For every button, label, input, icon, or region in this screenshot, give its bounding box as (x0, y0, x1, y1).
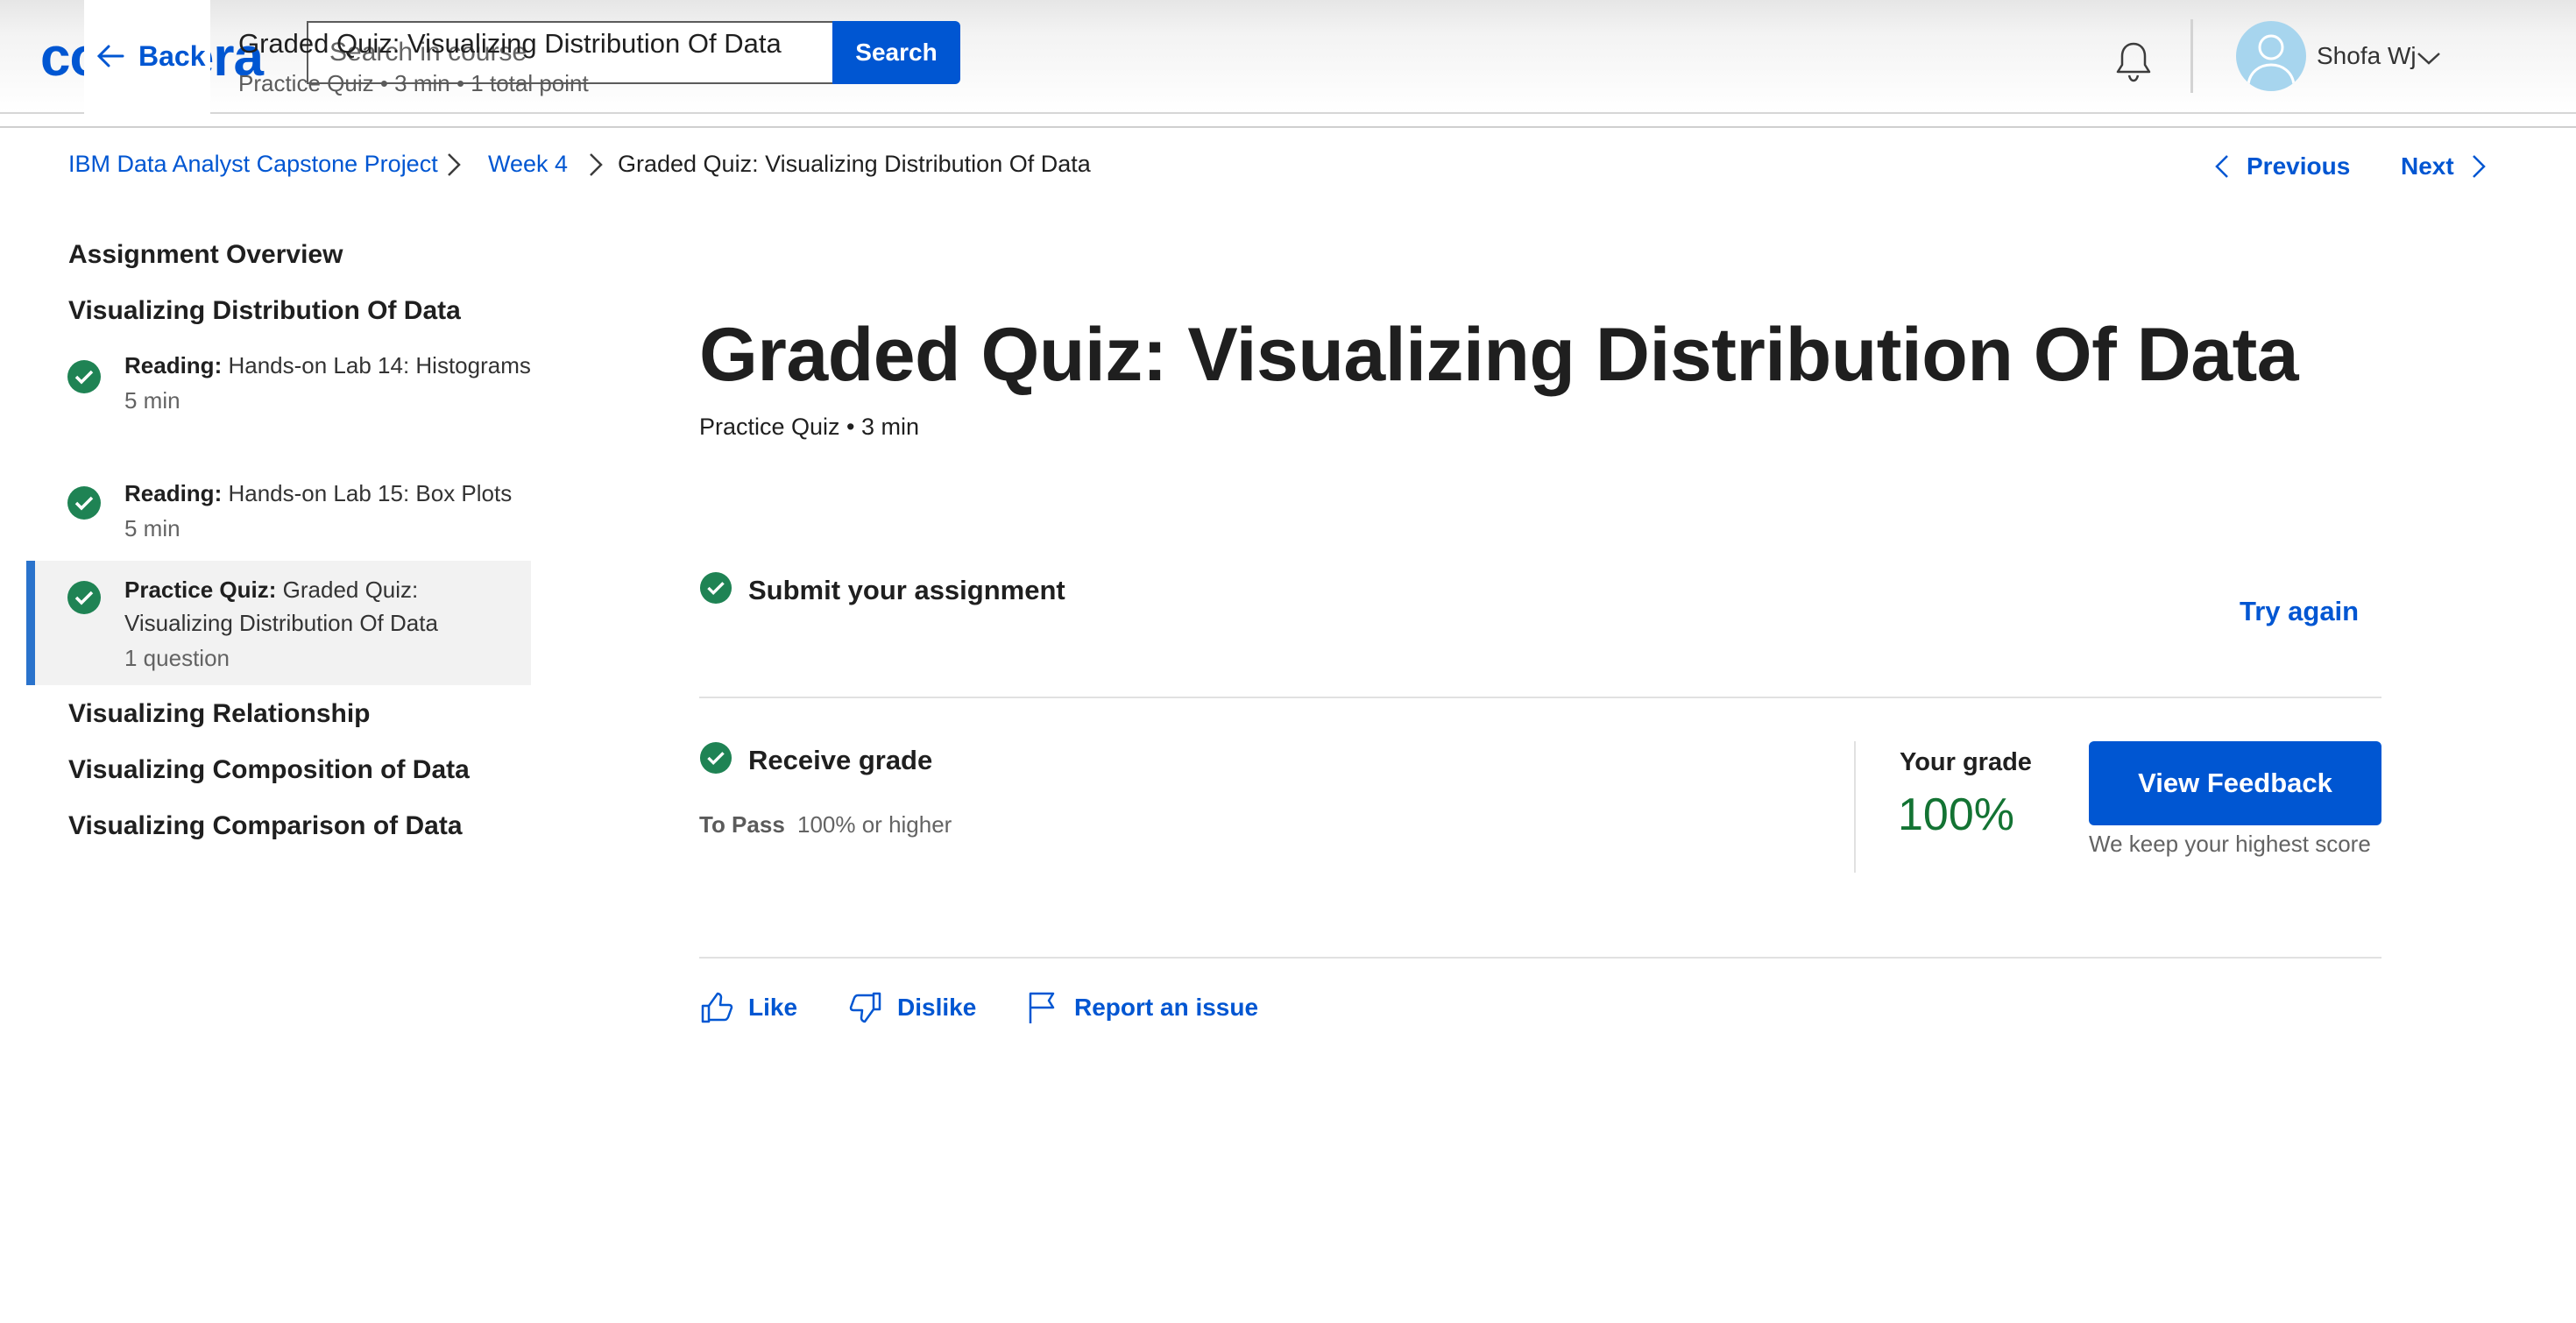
previous-label: Previous (2247, 152, 2351, 180)
sidebar-assignment-overview[interactable]: Assignment Overview (68, 240, 343, 270)
sidebar-item-practice-quiz[interactable]: Practice Quiz: Graded Quiz: Visualizing … (26, 561, 531, 685)
check-circle-icon (699, 741, 732, 775)
item-type: Practice Quiz: (124, 577, 277, 603)
item-duration: 5 min (124, 387, 180, 414)
like-label: Like (748, 994, 798, 1021)
section-divider (699, 697, 2381, 698)
check-circle-icon (699, 571, 732, 605)
chevron-right-icon (448, 153, 461, 176)
item-title: Hands-on Lab 14: Histograms (228, 352, 531, 379)
header-divider (0, 126, 2576, 128)
submit-step-title: Submit your assignment (748, 575, 1065, 605)
dislike-label: Dislike (897, 994, 977, 1021)
dislike-button[interactable]: Dislike (848, 990, 976, 1025)
section-divider (699, 957, 2381, 959)
breadcrumb-course[interactable]: IBM Data Analyst Capstone Project (68, 151, 438, 178)
highest-score-note: We keep your highest score (2089, 831, 2371, 857)
header-vertical-divider (2190, 19, 2193, 93)
to-pass-label: To Pass (699, 811, 785, 838)
search-button[interactable]: Search (832, 21, 960, 84)
to-pass-value: 100% or higher (797, 811, 952, 838)
avatar-icon (2247, 34, 2296, 85)
avatar[interactable] (2236, 21, 2306, 91)
sidebar-item-lab15[interactable]: Reading: Hands-on Lab 15: Box Plots 5 mi… (26, 477, 531, 545)
item-type: Reading: (124, 352, 223, 379)
back-label: Back (138, 39, 206, 72)
back-button[interactable]: Back (93, 39, 206, 74)
sidebar-section-relationship[interactable]: Visualizing Relationship (68, 699, 371, 729)
sidebar-section-comparison[interactable]: Visualizing Comparison of Data (68, 811, 463, 841)
breadcrumb-week[interactable]: Week 4 (488, 151, 568, 178)
item-question-count: 1 question (124, 645, 230, 671)
view-feedback-button[interactable]: View Feedback (2089, 741, 2381, 825)
item-title: Hands-on Lab 15: Box Plots (228, 480, 513, 506)
report-issue-label: Report an issue (1074, 994, 1259, 1021)
sidebar-item-lab14[interactable]: Reading: Hands-on Lab 14: Histograms 5 m… (26, 349, 531, 417)
previous-button[interactable]: Previous (2212, 152, 2350, 180)
sidebar-section-current[interactable]: Visualizing Distribution Of Data (68, 296, 461, 326)
arrow-left-icon (96, 45, 124, 67)
chevron-right-icon (2472, 155, 2486, 178)
next-label: Next (2401, 152, 2454, 180)
like-button[interactable]: Like (699, 990, 797, 1025)
next-button[interactable]: Next (2401, 152, 2489, 180)
try-again-link[interactable]: Try again (2240, 596, 2359, 627)
check-circle-icon (67, 581, 101, 614)
breadcrumb-current: Graded Quiz: Visualizing Distribution Of… (618, 151, 1091, 177)
item-type: Reading: (124, 480, 223, 506)
report-issue-button[interactable]: Report an issue (1025, 990, 1258, 1025)
thumbs-up-icon (701, 992, 733, 1023)
check-circle-icon (67, 360, 101, 393)
item-duration: 5 min (124, 515, 180, 541)
your-grade-value: 100% (1898, 789, 2014, 840)
sidebar-section-composition[interactable]: Visualizing Composition of Data (68, 755, 470, 785)
overlay-item-title: Graded Quiz: Visualizing Distribution Of… (238, 28, 782, 59)
overlay-item-subtitle: Practice Quiz • 3 min • 1 total point (238, 70, 589, 96)
flag-icon (1029, 992, 1055, 1023)
chevron-right-icon (590, 153, 603, 176)
user-name[interactable]: Shofa Wj (2317, 42, 2417, 70)
grade-divider (1854, 741, 1856, 873)
check-circle-icon (67, 486, 101, 520)
receive-grade-title: Receive grade (748, 745, 933, 775)
thumbs-down-icon (849, 992, 881, 1023)
bell-icon[interactable] (2112, 39, 2155, 84)
your-grade-label: Your grade (1900, 748, 2032, 776)
page-subtitle: Practice Quiz • 3 min (699, 414, 920, 440)
page-title: Graded Quiz: Visualizing Distribution Of… (699, 313, 2299, 397)
chevron-down-icon[interactable] (2415, 44, 2443, 72)
chevron-left-icon (2215, 155, 2228, 178)
